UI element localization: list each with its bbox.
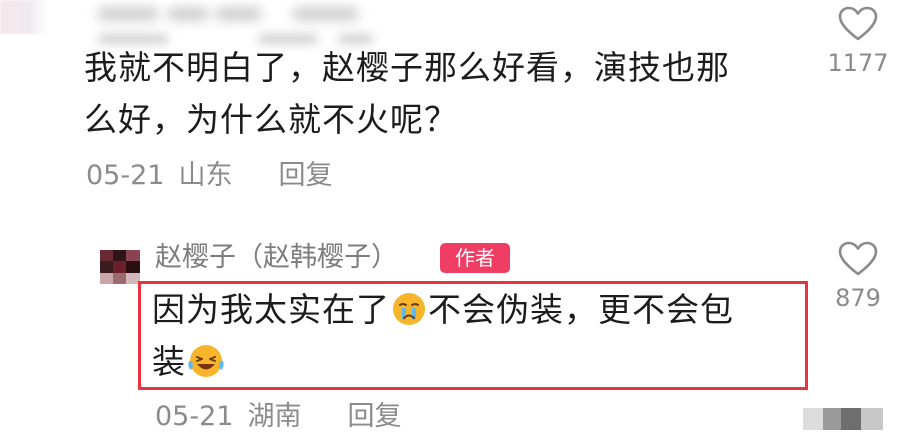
- comment-meta: 05-21 湖南 回复: [155, 400, 401, 434]
- avatar[interactable]: [0, 0, 48, 34]
- like-button[interactable]: 1177: [826, 6, 890, 78]
- watermark-blur: [803, 408, 883, 430]
- comment-text-segment: 装: [152, 342, 186, 381]
- comment-text-line: 我就不明白了，赵樱子那么好看，演技也那: [84, 48, 730, 87]
- sad-crying-emoji: [391, 290, 427, 326]
- like-button[interactable]: 879: [826, 241, 890, 313]
- comment-date: 05-21: [86, 160, 165, 191]
- comment-thread: 我就不明白了，赵樱子那么好看，演技也那 么好，为什么就不火呢？ 05-21 山东回…: [0, 0, 900, 441]
- author-badge: 作者: [440, 243, 510, 273]
- heart-outline-icon: [838, 6, 878, 41]
- avatar[interactable]: [100, 250, 140, 284]
- blurred-username: [98, 2, 363, 26]
- comment-location: 山东: [178, 160, 233, 191]
- comment-text: 我就不明白了，赵樱子那么好看，演技也那 么好，为什么就不火呢？: [84, 42, 784, 146]
- username[interactable]: 赵樱子（赵韩樱子）: [155, 240, 398, 276]
- comment-location: 湖南: [247, 401, 302, 432]
- like-count: 1177: [827, 49, 889, 77]
- reply-button[interactable]: 回复: [278, 160, 332, 191]
- comment-text-line: 因为我太实在了 不会伪装，更不会包: [152, 284, 792, 336]
- like-count: 879: [835, 284, 881, 312]
- heart-outline-icon: [838, 241, 878, 276]
- comment-date: 05-21: [155, 401, 234, 432]
- reply-button[interactable]: 回复: [347, 401, 401, 432]
- comment-text-segment: 不会伪装，更不会包: [428, 290, 734, 329]
- laugh-crying-emoji: [187, 342, 224, 378]
- comment-text-segment: 因为我太实在了: [152, 290, 390, 329]
- comment-text: 因为我太实在了 不会伪装，更不会包 装: [152, 284, 792, 388]
- comment-text-line: 装: [152, 336, 792, 388]
- comment-text-line: 么好，为什么就不火呢？: [84, 100, 458, 139]
- comment-meta: 05-21 山东 回复: [86, 159, 332, 193]
